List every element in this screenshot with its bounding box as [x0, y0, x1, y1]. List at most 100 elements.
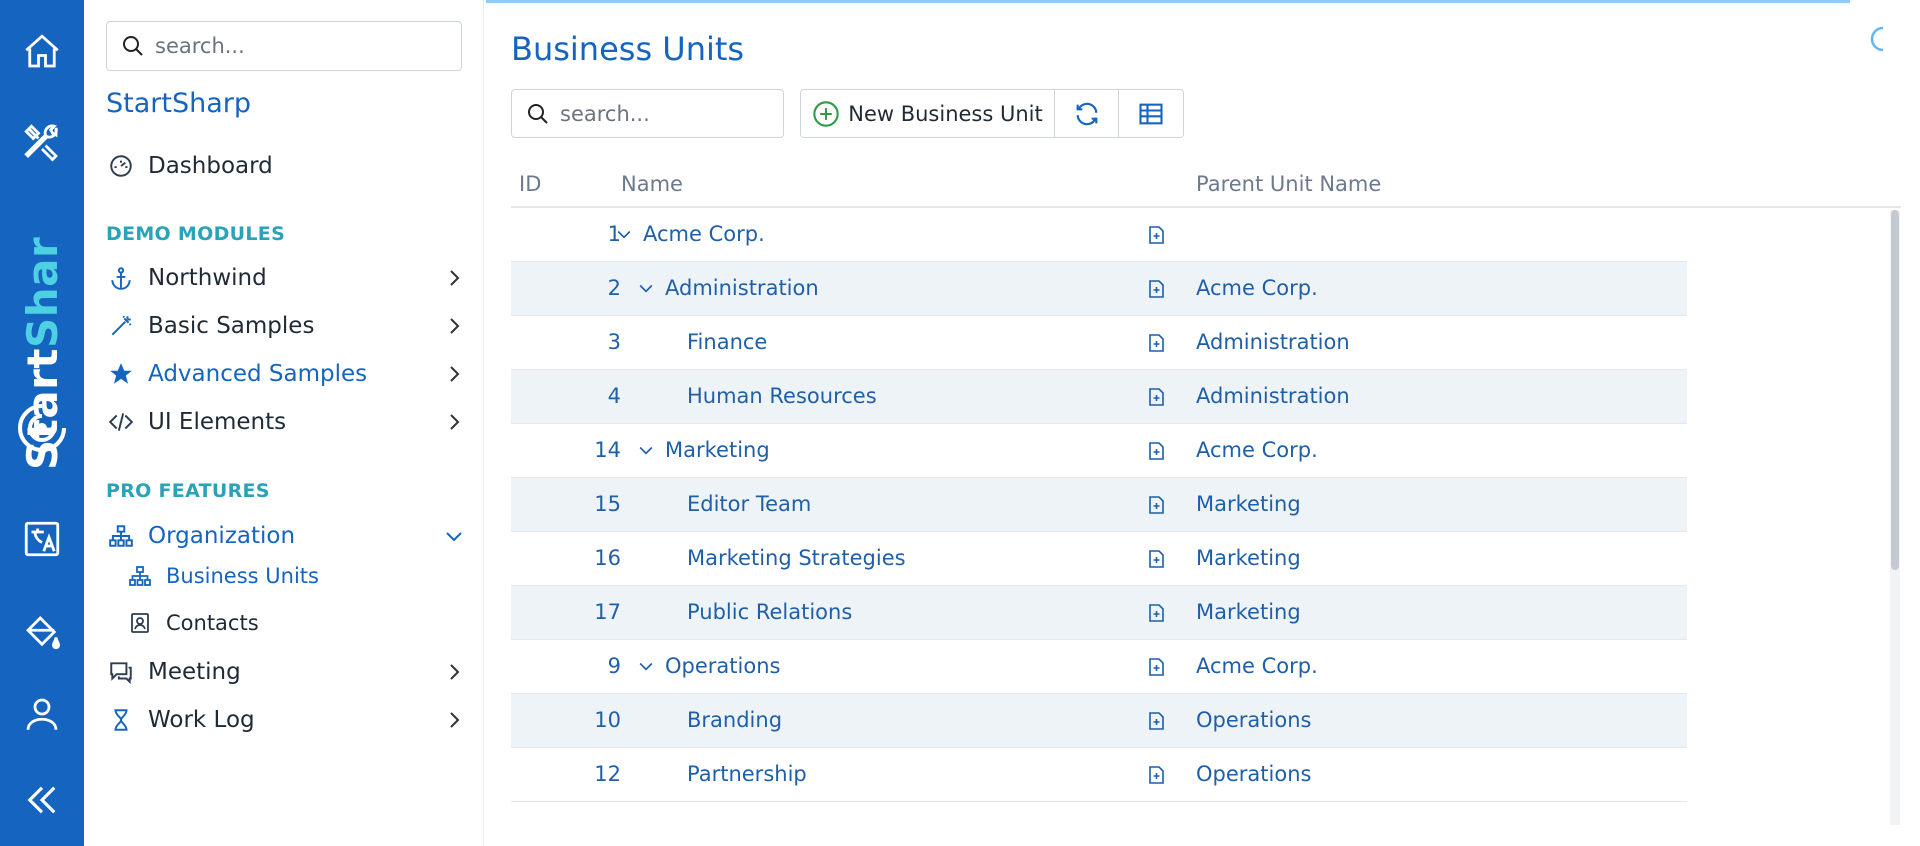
search-icon [528, 103, 548, 124]
cell-name-text: Marketing Strategies [687, 546, 906, 570]
paint-bucket-icon[interactable] [18, 608, 66, 656]
cell-name-link[interactable]: Finance [687, 330, 767, 354]
nav-item-basic-samples[interactable]: Basic Samples [106, 306, 466, 346]
table-row[interactable]: 14 Marketing Acme Corp. [511, 424, 1687, 478]
add-child-unit-icon[interactable] [1145, 656, 1167, 678]
new-business-unit-button[interactable]: New Business Unit [801, 90, 1055, 137]
grid-search-input[interactable] [560, 101, 760, 126]
add-child-unit-icon[interactable] [1145, 224, 1167, 246]
app-title[interactable]: StartSharp [106, 88, 251, 119]
cell-name-link[interactable]: Human Resources [687, 384, 877, 408]
add-child-unit-icon[interactable] [1145, 332, 1167, 354]
tree-toggle-chevron-down-icon[interactable] [613, 223, 635, 245]
tree-toggle-chevron-down-icon[interactable] [635, 277, 657, 299]
cell-name-link[interactable]: Public Relations [687, 600, 852, 624]
cell-parent-unit-link[interactable]: Acme Corp. [1196, 276, 1318, 300]
add-child-unit-icon[interactable] [1145, 494, 1167, 516]
cell-parent-unit-link[interactable]: Operations [1196, 708, 1311, 732]
nav-item-advanced-samples[interactable]: Advanced Samples [106, 354, 466, 394]
cell-id: 10 [594, 708, 621, 732]
home-icon[interactable] [18, 28, 66, 76]
cell-name-text: Administration [665, 276, 819, 300]
grid-scrollbar[interactable] [1890, 210, 1900, 825]
cell-name-link[interactable]: Marketing Strategies [687, 546, 906, 570]
nav-item-work-log[interactable]: Work Log [106, 700, 466, 740]
tree-toggle-chevron-down-icon[interactable] [635, 439, 657, 461]
table-row[interactable]: 17 Public Relations Marketing [511, 586, 1687, 640]
chevron-right-icon [450, 318, 460, 334]
cell-name-link[interactable]: Partnership [687, 762, 807, 786]
nav-item-organization[interactable]: Organization [106, 516, 466, 556]
scrollbar-thumb[interactable] [1891, 210, 1899, 570]
brand-text-cyan: Shar [17, 236, 67, 349]
cell-parent-unit-link[interactable]: Administration [1196, 330, 1350, 354]
column-header-parent-unit-name[interactable]: Parent Unit Name [1196, 172, 1381, 196]
refresh-button[interactable] [1055, 90, 1119, 137]
nav-item-ui-elements[interactable]: UI Elements [106, 402, 466, 442]
cell-id: 12 [594, 762, 621, 786]
cell-name-text: Branding [687, 708, 783, 732]
add-child-unit-icon[interactable] [1145, 602, 1167, 624]
tree-toggle-chevron-down-icon[interactable] [635, 655, 657, 677]
cell-parent-unit-link[interactable]: Marketing [1196, 546, 1301, 570]
cell-name-text: Partnership [687, 762, 807, 786]
column-picker-button[interactable] [1119, 90, 1183, 137]
tools-icon[interactable] [18, 118, 66, 166]
table-row[interactable]: 15 Editor Team Marketing [511, 478, 1687, 532]
org-chart-icon [126, 562, 154, 590]
nav-item-northwind[interactable]: Northwind [106, 258, 466, 298]
cell-parent-unit-link[interactable]: Operations [1196, 762, 1311, 786]
table-row[interactable]: 4 Human Resources Administration [511, 370, 1687, 424]
chevron-right-icon [450, 270, 460, 286]
nav-item-dashboard[interactable]: Dashboard [106, 146, 466, 186]
cell-id: 4 [607, 384, 621, 408]
cell-name-link[interactable]: Acme Corp. [613, 222, 765, 246]
cell-name-link[interactable]: Administration [635, 276, 819, 300]
collapse-icon[interactable] [18, 776, 66, 824]
add-child-unit-icon[interactable] [1145, 386, 1167, 408]
table-row[interactable]: 9 Operations Acme Corp. [511, 640, 1687, 694]
add-child-unit-icon[interactable] [1145, 764, 1167, 786]
cell-name-link[interactable]: Marketing [635, 438, 770, 462]
column-header-name[interactable]: Name [621, 172, 683, 196]
add-child-unit-icon[interactable] [1145, 710, 1167, 732]
dashboard-gauge-icon [106, 151, 136, 181]
hourglass-icon [106, 705, 136, 735]
cell-id: 14 [594, 438, 621, 462]
translate-icon[interactable] [18, 515, 66, 563]
sidebar-search[interactable] [106, 21, 462, 71]
nav-subitem-business-units[interactable]: Business Units [126, 558, 466, 594]
cell-parent-unit-link[interactable]: Marketing [1196, 492, 1301, 516]
chevron-right-icon [450, 664, 460, 680]
cell-id: 2 [607, 276, 621, 300]
grid-search[interactable] [511, 89, 784, 138]
add-child-unit-icon[interactable] [1145, 548, 1167, 570]
cell-parent-unit-link[interactable]: Administration [1196, 384, 1350, 408]
nav-subitem-contacts[interactable]: Contacts [126, 605, 466, 641]
chevron-right-icon [450, 712, 460, 728]
cell-name-link[interactable]: Branding [687, 708, 782, 732]
column-header-id[interactable]: ID [519, 172, 541, 196]
cell-name-link[interactable]: Editor Team [687, 492, 811, 516]
refresh-icon [1076, 102, 1097, 125]
sidebar-search-input[interactable] [155, 34, 435, 58]
cell-parent-unit-link[interactable]: Marketing [1196, 600, 1301, 624]
add-child-unit-icon[interactable] [1145, 278, 1167, 300]
cell-name-text: Acme Corp. [643, 222, 765, 246]
cell-parent-unit-link[interactable]: Acme Corp. [1196, 438, 1318, 462]
table-row[interactable]: 10 Branding Operations [511, 694, 1687, 748]
cell-parent-unit-link[interactable]: Acme Corp. [1196, 654, 1318, 678]
cell-name-link[interactable]: Operations [635, 654, 780, 678]
table-row[interactable]: 3 Finance Administration [511, 316, 1687, 370]
anchor-icon [106, 263, 136, 293]
user-icon[interactable] [18, 690, 66, 738]
add-child-unit-icon[interactable] [1145, 440, 1167, 462]
nav-item-meeting[interactable]: Meeting [106, 652, 466, 692]
table-row[interactable]: 12 Partnership Operations [511, 748, 1687, 802]
table-row[interactable]: 16 Marketing Strategies Marketing [511, 532, 1687, 586]
search-icon [123, 36, 143, 56]
table-row[interactable]: 2 Administration Acme Corp. [511, 262, 1687, 316]
cell-name-text: Editor Team [687, 492, 812, 516]
code-icon [106, 407, 136, 437]
table-row[interactable]: 1 Acme Corp. [511, 208, 1687, 262]
